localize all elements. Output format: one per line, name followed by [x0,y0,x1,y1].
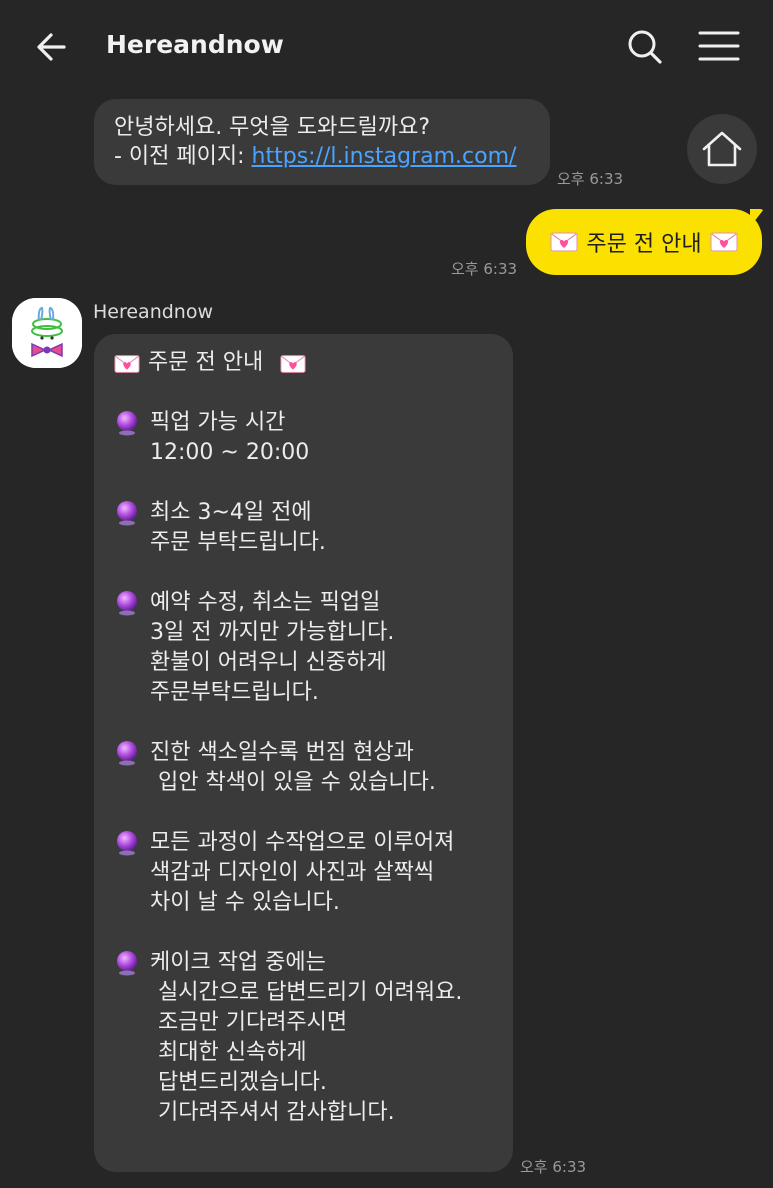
greeting-time: 오후 6:33 [557,170,624,188]
notice-line-text: 주문 부탁드립니다. [150,530,326,555]
arrow-left-icon [37,33,66,61]
notice-bubble: 주문 전 안내 픽업 가능 시간 12:00 ~ 20:00 최소 3~4일 전에주… [94,334,513,1172]
notice-line-text: 환불이 어려우니 신중하게 [150,650,387,675]
crystal-ball-icon [117,831,137,856]
notice-line-text: 최대한 신속하게 [158,1040,307,1065]
bunny-cake-avatar[interactable] [12,298,82,368]
chat-header: Hereandnow [0,0,773,92]
crystal-ball-icon [117,501,137,526]
notice-line: 색감과 디자인이 사진과 살짝씩 [94,858,513,888]
notice-line-text: 모든 과정이 수작업으로 이루어져 [150,830,455,855]
notice-line: 케이크 작업 중에는 [94,948,513,978]
heart-envelope-icon [550,232,578,252]
notice-line: 최대한 신속하게 [94,1038,513,1068]
previous-page-line: - 이전 페이지: https://l.instagram.com/ [114,142,516,172]
menu-button[interactable] [694,24,744,70]
notice-line-text: 3일 전 까지만 가능합니다. [150,620,395,645]
search-button[interactable] [622,24,668,70]
previous-page-label: - 이전 페이지: [114,144,252,169]
heart-envelope-icon [710,232,738,252]
notice-line: 입안 착색이 있을 수 있습니다. [94,768,513,798]
notice-line-text: 색감과 디자인이 사진과 살짝씩 [150,860,435,885]
previous-page-link[interactable]: https://l.instagram.com/ [252,144,517,169]
notice-line-text: 답변드리겠습니다. [158,1070,327,1095]
notice-line: 3일 전 까지만 가능합니다. [94,618,513,648]
notice-line-text: 예약 수정, 취소는 픽업일 [150,590,381,615]
back-button[interactable] [30,24,76,70]
notice-line-text: 픽업 가능 시간 [150,410,286,435]
notice-line: 조금만 기다려주시면 [94,1008,513,1038]
notice-line-text: 최소 3~4일 전에 [150,500,312,525]
notice-title-row: 주문 전 안내 [94,348,513,378]
home-icon [702,131,742,167]
chat-title: Hereandnow [106,30,284,59]
notice-line-text: 진한 색소일수록 번짐 현상과 [150,740,414,765]
user-message-bubble: 주문 전 안내 [526,209,764,275]
crystal-ball-icon [117,951,137,976]
crystal-ball-icon [117,411,137,436]
hamburger-menu-icon [698,31,740,61]
user-message-text: 주문 전 안내 [586,232,702,257]
heart-envelope-icon [280,355,306,373]
sender-name: Hereandnow [93,301,214,323]
notice-line: 모든 과정이 수작업으로 이루어져 [94,828,513,858]
notice-line: 답변드리겠습니다. [94,1068,513,1098]
heart-envelope-icon [114,355,140,373]
notice-title: 주문 전 안내 [148,350,264,375]
notice-line: 실시간으로 답변드리기 어려워요. [94,978,513,1008]
avatar-image [12,298,82,368]
search-icon [628,30,662,64]
notice-line-text: 조금만 기다려주시면 [158,1010,348,1035]
notice-line: 차이 날 수 있습니다. [94,888,513,918]
notice-line-text: 기다려주셔서 감사합니다. [158,1100,395,1125]
notice-line-text: 케이크 작업 중에는 [150,950,326,975]
notice-line: 예약 수정, 취소는 픽업일 [94,588,513,618]
greeting-line: 안녕하세요. 무엇을 도와드릴까요? [114,115,431,140]
bubble-tail [750,209,764,227]
home-button[interactable] [687,114,757,184]
notice-line: 기다려주셔서 감사합니다. [94,1098,513,1128]
notice-line: 주문부탁드립니다. [94,678,513,708]
notice-line-text: 실시간으로 답변드리기 어려워요. [158,980,463,1005]
user-message-time: 오후 6:33 [451,260,518,278]
notice-time: 오후 6:33 [520,1158,587,1176]
crystal-ball-icon [117,591,137,616]
notice-line-text: 주문부탁드립니다. [150,680,319,705]
notice-line: 진한 색소일수록 번짐 현상과 [94,738,513,768]
notice-line-text: 차이 날 수 있습니다. [150,890,340,915]
notice-line: 주문 부탁드립니다. [94,528,513,558]
notice-line: 픽업 가능 시간 [94,408,513,438]
notice-line-text: 12:00 ~ 20:00 [150,440,310,465]
notice-line: 최소 3~4일 전에 [94,498,513,528]
notice-line: 12:00 ~ 20:00 [94,438,513,468]
greeting-bubble: 안녕하세요. 무엇을 도와드릴까요? - 이전 페이지: https://l.i… [94,99,550,185]
notice-line: 환불이 어려우니 신중하게 [94,648,513,678]
notice-line-text: 입안 착색이 있을 수 있습니다. [158,770,436,795]
crystal-ball-icon [117,741,137,766]
